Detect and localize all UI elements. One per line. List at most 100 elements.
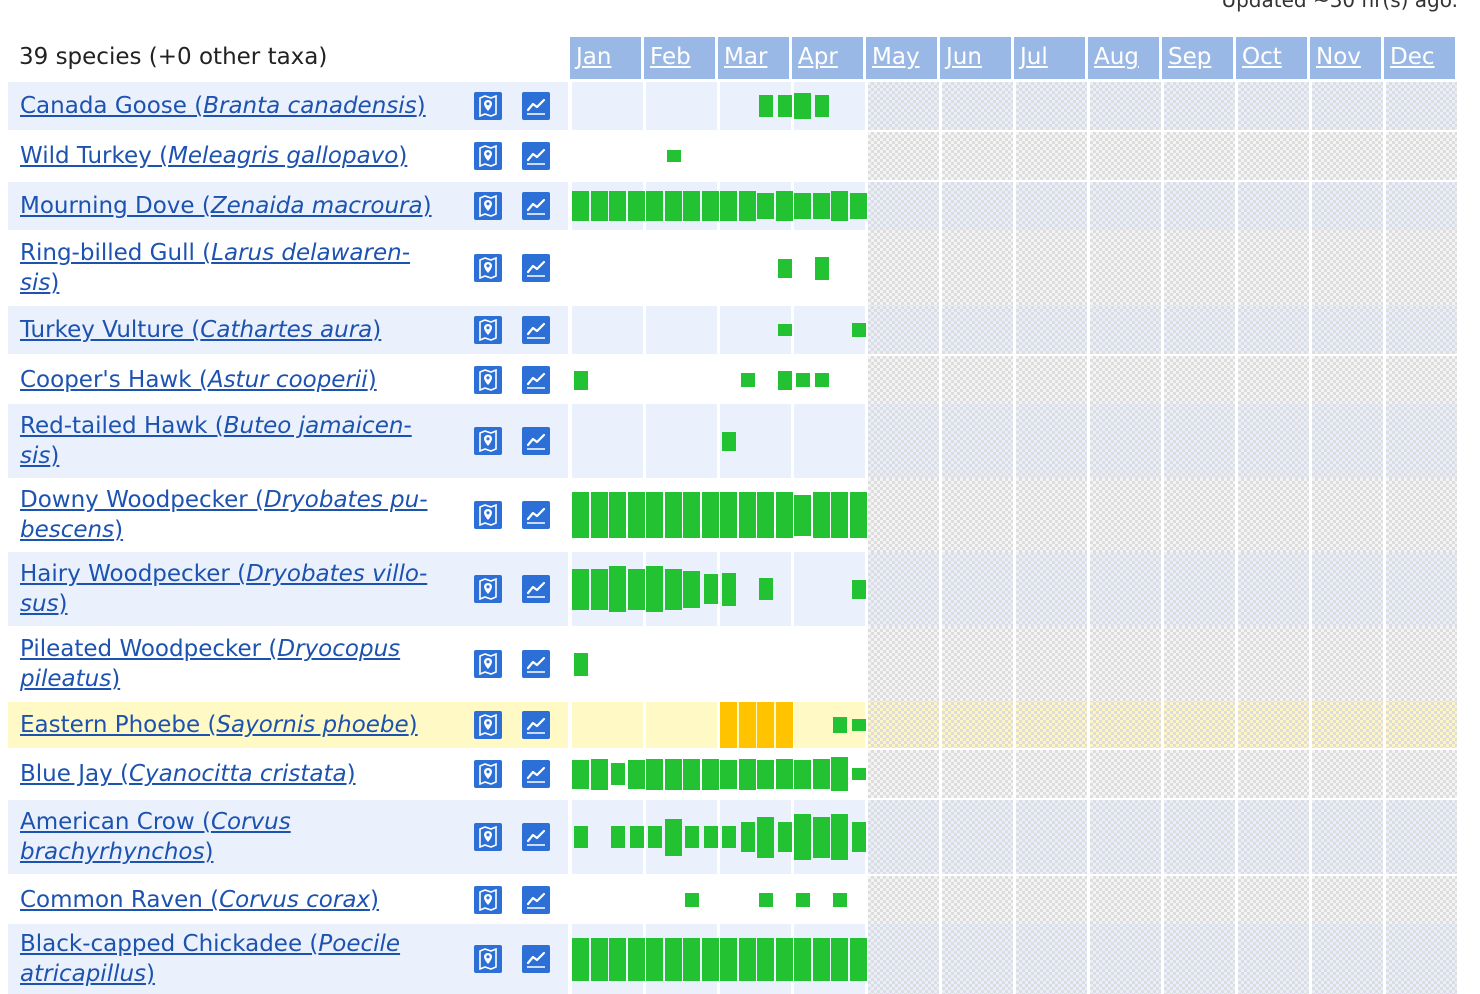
trend-chart-icon[interactable] (522, 650, 550, 678)
frequency-bar (572, 492, 589, 538)
map-icon[interactable] (474, 945, 502, 973)
month-cell-may (868, 306, 939, 354)
species-link[interactable]: Black-capped Chickadee (Poecile atricapil… (20, 929, 460, 989)
species-name-line: bescens) (20, 515, 460, 545)
month-header-may: May (866, 37, 937, 79)
map-icon[interactable] (474, 501, 502, 529)
month-cell-jan (572, 82, 643, 130)
month-link-may[interactable]: May (872, 44, 920, 70)
map-icon[interactable] (474, 192, 502, 220)
month-cell-feb (646, 230, 717, 306)
trend-chart-icon[interactable] (522, 142, 550, 170)
map-icon[interactable] (474, 575, 502, 603)
species-link[interactable]: Ring-billed Gull (Larus delawaren-sis) (20, 238, 460, 298)
trend-chart-icon[interactable] (522, 886, 550, 914)
species-link[interactable]: Eastern Phoebe (Sayornis phoebe) (20, 710, 460, 740)
frequency-bar (611, 826, 625, 848)
frequency-bar (831, 191, 848, 221)
frequency-bar (664, 191, 682, 221)
map-icon[interactable] (474, 366, 502, 394)
trend-chart-icon[interactable] (522, 92, 550, 120)
month-link-oct[interactable]: Oct (1242, 44, 1282, 70)
trend-chart-icon[interactable] (522, 254, 550, 282)
month-link-mar[interactable]: Mar (724, 44, 767, 70)
month-link-jan[interactable]: Jan (576, 44, 611, 70)
month-cell-nov (1312, 132, 1383, 180)
month-cell-jan (572, 132, 643, 180)
month-cell-nov (1312, 82, 1383, 130)
species-name-line: Eastern Phoebe (Sayornis phoebe) (20, 710, 460, 740)
map-icon[interactable] (474, 142, 502, 170)
map-icon[interactable] (474, 650, 502, 678)
trend-chart-icon[interactable] (522, 711, 550, 739)
species-link[interactable]: Wild Turkey (Meleagris gallopavo) (20, 141, 460, 171)
frequency-bar (796, 373, 810, 387)
month-link-apr[interactable]: Apr (798, 44, 838, 70)
frequency-bar (794, 93, 811, 119)
month-cell-nov (1312, 306, 1383, 354)
month-cell-jul (1016, 356, 1087, 404)
month-link-aug[interactable]: Aug (1094, 44, 1139, 70)
trend-chart-icon[interactable] (522, 760, 550, 788)
species-link[interactable]: Cooper's Hawk (Astur cooperii) (20, 365, 460, 395)
species-link[interactable]: Downy Woodpecker (Dryobates pu-bescens) (20, 485, 460, 545)
frequency-bar (812, 193, 830, 219)
map-icon[interactable] (474, 92, 502, 120)
month-cell-nov (1312, 230, 1383, 306)
month-cell-jun (942, 306, 1013, 354)
month-cell-jun (942, 404, 1013, 478)
species-name-line: Blue Jay (Cyanocitta cristata) (20, 759, 460, 789)
species-row: Black-capped Chickadee (Poecile atricapil… (8, 924, 1458, 994)
month-cell-nov (1312, 404, 1383, 478)
species-link[interactable]: Hairy Woodpecker (Dryobates villo-sus) (20, 559, 460, 619)
species-link[interactable]: Red-tailed Hawk (Buteo jamaicen-sis) (20, 411, 460, 471)
frequency-bar (812, 938, 830, 981)
month-cell-aug (1090, 306, 1161, 354)
month-cell-oct (1238, 230, 1309, 306)
scientific-name: pileatus (20, 666, 112, 692)
species-name-line: brachyrhynchos) (20, 837, 460, 867)
frequency-bar (851, 580, 866, 599)
frequency-bar (720, 191, 737, 221)
trend-chart-icon[interactable] (522, 945, 550, 973)
month-cell-apr (794, 626, 865, 702)
trend-chart-icon[interactable] (522, 192, 550, 220)
month-cell-jun (942, 702, 1013, 748)
common-name: Downy Woodpecker ( (20, 487, 265, 513)
trend-chart-icon[interactable] (522, 823, 550, 851)
species-link[interactable]: Blue Jay (Cyanocitta cristata) (20, 759, 460, 789)
map-icon[interactable] (474, 316, 502, 344)
frequency-bar (833, 893, 847, 907)
map-icon[interactable] (474, 427, 502, 455)
month-cell-aug (1090, 750, 1161, 798)
trend-chart-icon[interactable] (522, 575, 550, 603)
map-icon[interactable] (474, 711, 502, 739)
month-cell-dec (1386, 924, 1457, 994)
trend-chart-icon[interactable] (522, 427, 550, 455)
frequency-bar (849, 492, 867, 538)
month-cell-jun (942, 356, 1013, 404)
month-link-jul[interactable]: Jul (1020, 44, 1048, 70)
trend-chart-icon[interactable] (522, 316, 550, 344)
species-link[interactable]: Canada Goose (Branta canadensis) (20, 91, 460, 121)
month-link-feb[interactable]: Feb (650, 44, 691, 70)
species-link[interactable]: Mourning Dove (Zenaida macroura) (20, 191, 460, 221)
map-icon[interactable] (474, 254, 502, 282)
month-link-jun[interactable]: Jun (946, 44, 982, 70)
species-link[interactable]: American Crow (Corvus brachyrhynchos) (20, 807, 460, 867)
month-link-nov[interactable]: Nov (1316, 44, 1361, 70)
frequency-bar (757, 938, 774, 981)
month-link-sep[interactable]: Sep (1168, 44, 1211, 70)
species-link[interactable]: Common Raven (Corvus corax) (20, 885, 460, 915)
trend-chart-icon[interactable] (522, 501, 550, 529)
species-link[interactable]: Turkey Vulture (Cathartes aura) (20, 315, 460, 345)
map-icon[interactable] (474, 760, 502, 788)
trend-chart-icon[interactable] (522, 366, 550, 394)
month-link-dec[interactable]: Dec (1390, 44, 1435, 70)
map-icon[interactable] (474, 823, 502, 851)
frequency-bar (794, 193, 811, 219)
species-link[interactable]: Pileated Woodpecker (Dryocopus pileatus) (20, 634, 460, 694)
month-cell-sep (1164, 478, 1235, 552)
month-cell-sep (1164, 750, 1235, 798)
map-icon[interactable] (474, 886, 502, 914)
